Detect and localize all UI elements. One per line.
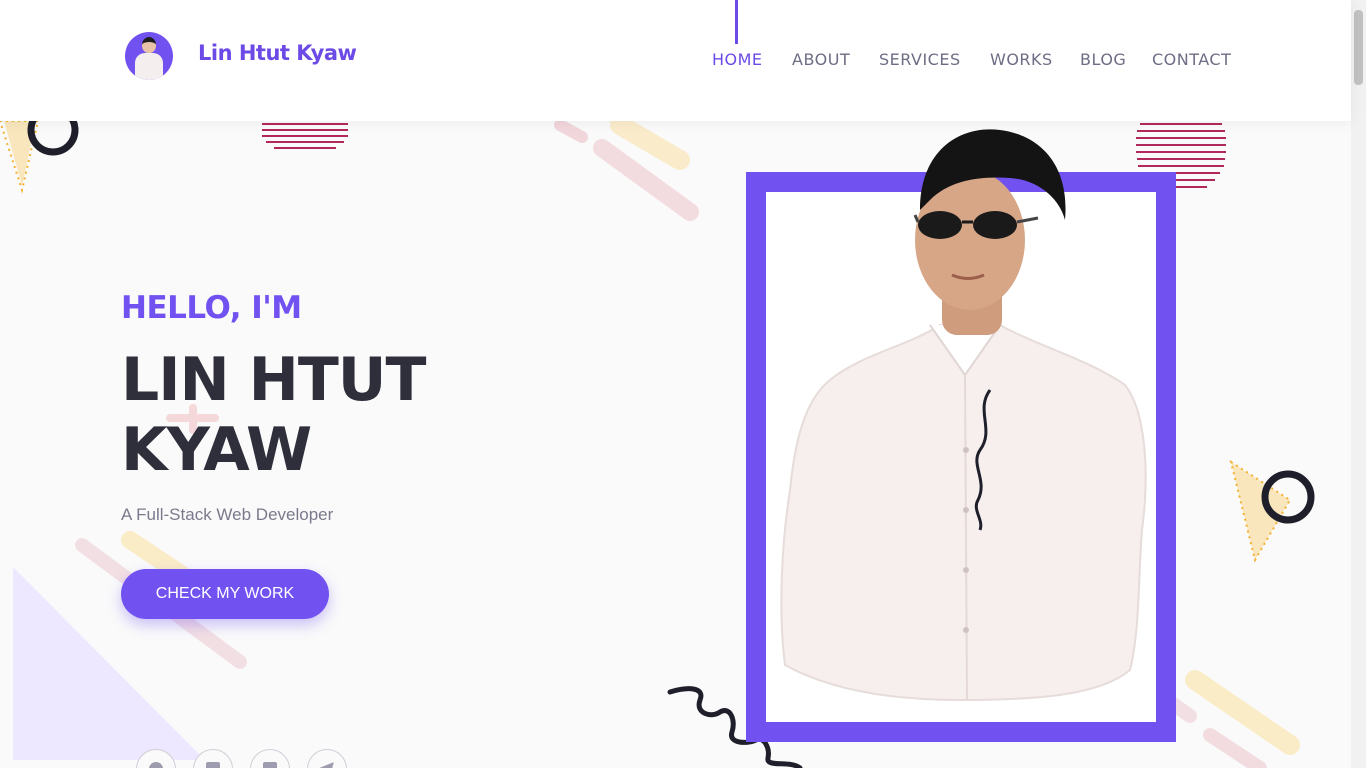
brand-avatar[interactable] (125, 32, 173, 80)
avatar-head (142, 37, 156, 53)
avatar-shirt (135, 53, 163, 80)
nav-works[interactable]: WORKS (990, 50, 1053, 69)
nav-contact[interactable]: CONTACT (1152, 50, 1231, 69)
site-header: Lin Htut Kyaw (0, 0, 1351, 121)
nav-services[interactable]: SERVICES (879, 50, 961, 69)
nav-blog[interactable]: BLOG (1080, 50, 1126, 69)
nav-about[interactable]: ABOUT (792, 50, 850, 69)
nav-active-indicator (735, 0, 738, 44)
telegram-glyph (320, 762, 334, 768)
github-glyph (149, 762, 163, 768)
hero-tagline: A Full-Stack Web Developer (121, 505, 334, 524)
brand-name[interactable]: Lin Htut Kyaw (198, 41, 357, 65)
check-my-work-button[interactable]: CHECK MY WORK (121, 569, 329, 619)
scrollbar-thumb[interactable] (1354, 10, 1363, 85)
portrait-photo (780, 129, 1147, 702)
page-scrollbar[interactable] (1351, 0, 1366, 768)
hero-greeting: HELLO, I'M (121, 290, 302, 326)
linkedin-glyph (206, 762, 220, 768)
nav-home[interactable]: HOME (712, 50, 763, 69)
hero-name: LIN HTUT KYAW (121, 345, 426, 485)
facebook-glyph (263, 762, 277, 768)
